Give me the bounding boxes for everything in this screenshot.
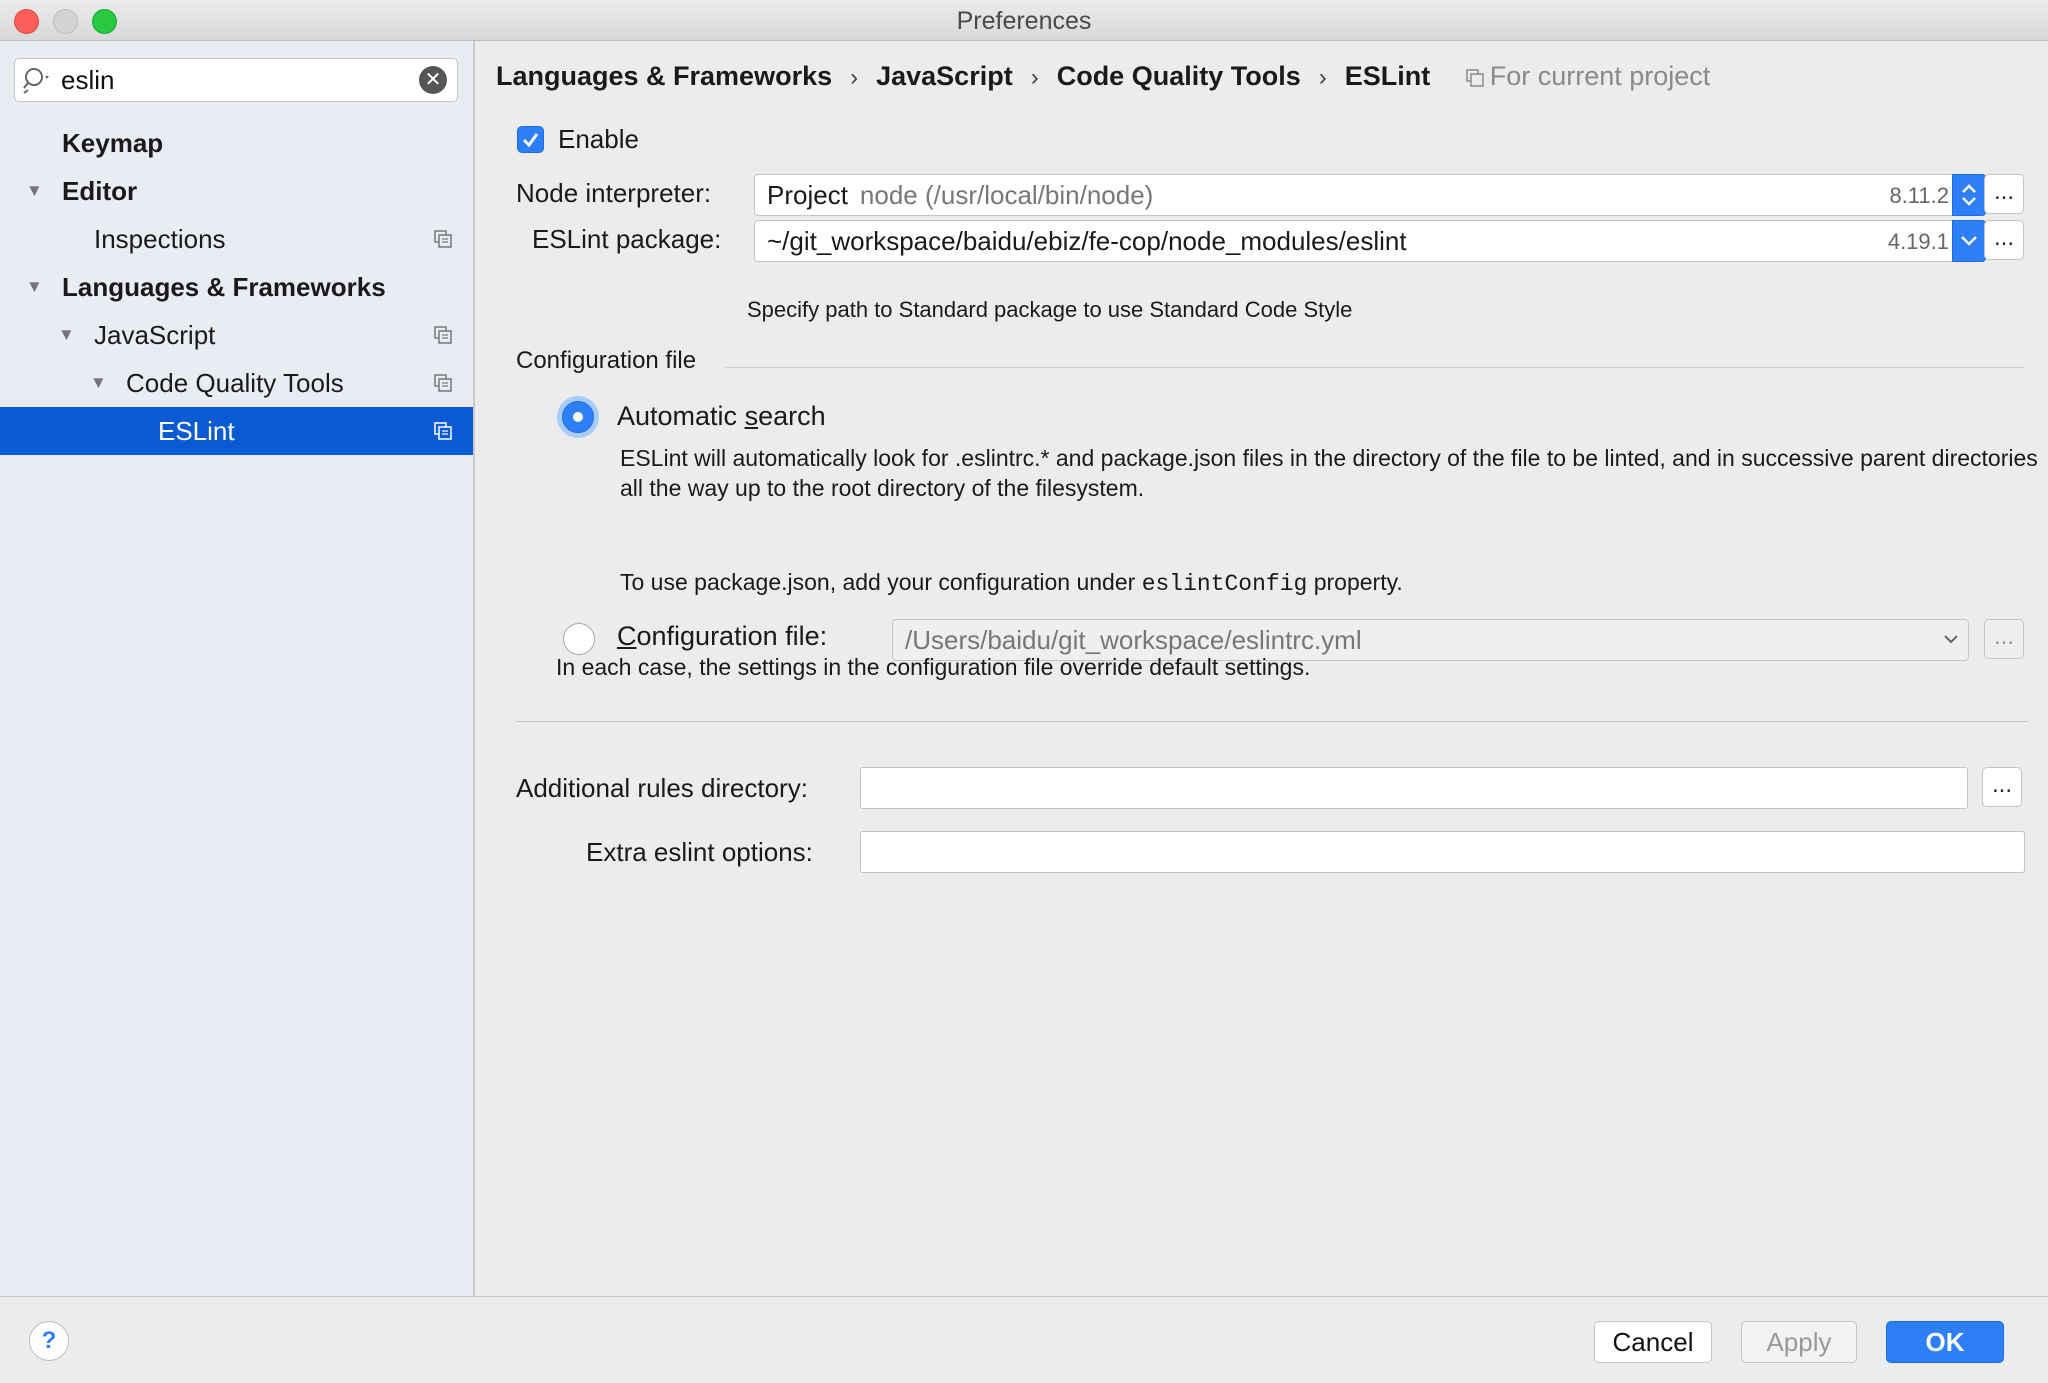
sidebar-item-label: Keymap: [62, 128, 164, 158]
configuration-file-label[interactable]: Configuration file:: [617, 621, 827, 652]
eslint-package-label: ESLint package:: [532, 224, 722, 254]
scope-label: For current project: [1489, 61, 1711, 91]
breadcrumb-item: ESLint: [1344, 61, 1431, 91]
search-icon[interactable]: [23, 66, 53, 94]
browse-rules-button[interactable]: ...: [1982, 767, 2022, 807]
check-icon: [522, 133, 539, 148]
breadcrumb-separator: ›: [1318, 64, 1327, 91]
sidebar-item-keymap[interactable]: Keymap: [0, 119, 473, 167]
settings-tree: Keymap ▼ Editor Inspections ▼ Languages …: [0, 119, 473, 455]
sidebar-item-javascript[interactable]: ▼ JavaScript: [0, 311, 473, 359]
eslint-package-path: ~/git_workspace/baidu/ebiz/fe-cop/node_m…: [767, 226, 1407, 256]
automatic-search-radio[interactable]: [562, 401, 594, 433]
extra-options-input[interactable]: [860, 831, 2025, 873]
settings-note: In each case, the settings in the config…: [556, 654, 1311, 680]
expand-arrow-icon[interactable]: ▼: [26, 263, 43, 311]
updown-arrows-icon[interactable]: [1952, 174, 1986, 216]
breadcrumb-item: JavaScript: [876, 61, 1013, 91]
help-button[interactable]: ?: [29, 1321, 69, 1361]
sidebar-item-label: ESLint: [158, 416, 235, 446]
eslint-package-version: 4.19.1: [1887, 229, 1949, 254]
sidebar-item-editor[interactable]: ▼ Editor: [0, 167, 473, 215]
interpreter-version: 8.11.2: [1889, 183, 1949, 208]
breadcrumb-item: Code Quality Tools: [1056, 61, 1301, 91]
sidebar-item-label: Inspections: [94, 224, 226, 254]
sidebar-item-label: Code Quality Tools: [126, 368, 344, 398]
additional-rules-input[interactable]: [860, 767, 1968, 809]
breadcrumb: Languages & Frameworks › JavaScript › Code Q…: [496, 61, 1710, 92]
project-scope-icon: [1465, 69, 1484, 87]
config-group-title: Configuration file: [516, 347, 697, 374]
sidebar-item-languages-frameworks[interactable]: ▼ Languages & Frameworks: [0, 263, 473, 311]
browse-config-button[interactable]: ...: [1984, 619, 2024, 659]
node-interpreter-label: Node interpreter:: [516, 178, 712, 208]
sidebar: ✕ Keymap ▼ Editor Inspections ▼ Language…: [0, 41, 475, 1296]
sidebar-item-inspections[interactable]: Inspections: [0, 215, 473, 263]
search-box[interactable]: ✕: [14, 58, 458, 102]
project-scope-icon: [434, 326, 452, 344]
project-scope-icon: [434, 374, 452, 392]
chevron-down-icon[interactable]: [1952, 220, 1986, 262]
enable-checkbox[interactable]: [517, 126, 544, 153]
enable-label: Enable: [558, 124, 639, 154]
package-json-note: To use package.json, add your configurat…: [620, 569, 1403, 597]
additional-rules-label: Additional rules directory:: [516, 773, 808, 803]
automatic-search-description: ESLint will automatically look for .esli…: [620, 445, 2038, 501]
clear-search-icon[interactable]: ✕: [419, 66, 447, 94]
apply-button[interactable]: Apply: [1741, 1321, 1857, 1363]
search-input[interactable]: [59, 64, 423, 96]
expand-arrow-icon[interactable]: ▼: [58, 311, 75, 359]
project-scope-icon: [434, 422, 452, 440]
main-panel: Languages & Frameworks › JavaScript › Code Q…: [475, 41, 2048, 1296]
project-scope-icon: [434, 230, 452, 248]
expand-arrow-icon[interactable]: ▼: [90, 359, 107, 407]
sidebar-item-label: Editor: [62, 176, 138, 206]
chevron-down-icon[interactable]: [1940, 628, 1962, 650]
configuration-file-radio[interactable]: [563, 623, 595, 655]
interpreter-scope: Project: [767, 180, 848, 210]
title-bar: Preferences: [0, 0, 2048, 41]
breadcrumb-item: Languages & Frameworks: [496, 61, 833, 91]
eslint-package-combo[interactable]: ~/git_workspace/baidu/ebiz/fe-cop/node_m…: [754, 220, 1986, 262]
sidebar-item-label: JavaScript: [94, 320, 216, 350]
interpreter-path: node (/usr/local/bin/node): [859, 180, 1154, 210]
browse-package-button[interactable]: ...: [1984, 220, 2024, 260]
cancel-button[interactable]: Cancel: [1594, 1321, 1712, 1363]
group-separator: [725, 367, 2025, 368]
sidebar-item-eslint[interactable]: ESLint: [0, 407, 473, 455]
footer: ? Cancel Apply OK: [0, 1296, 2048, 1383]
node-interpreter-combo[interactable]: Project node (/usr/local/bin/node) 8.11.2: [754, 174, 1986, 216]
scope-indicator: For current project: [1465, 61, 1711, 91]
automatic-search-label[interactable]: Automatic search: [617, 401, 826, 432]
sidebar-item-label: Languages & Frameworks: [62, 272, 386, 302]
package-hint: Specify path to Standard package to use …: [747, 297, 1353, 322]
window-title: Preferences: [956, 7, 1092, 35]
sidebar-item-code-quality-tools[interactable]: ▼ Code Quality Tools: [0, 359, 473, 407]
breadcrumb-separator: ›: [850, 64, 859, 91]
configuration-file-path: /Users/baidu/git_workspace/eslintrc.yml: [905, 625, 1362, 655]
extra-options-label: Extra eslint options:: [586, 837, 813, 867]
browse-interpreter-button[interactable]: ...: [1984, 174, 2024, 214]
expand-arrow-icon[interactable]: ▼: [26, 167, 43, 215]
section-divider: [516, 721, 2028, 722]
breadcrumb-separator: ›: [1030, 64, 1039, 91]
ok-button[interactable]: OK: [1886, 1321, 2004, 1363]
